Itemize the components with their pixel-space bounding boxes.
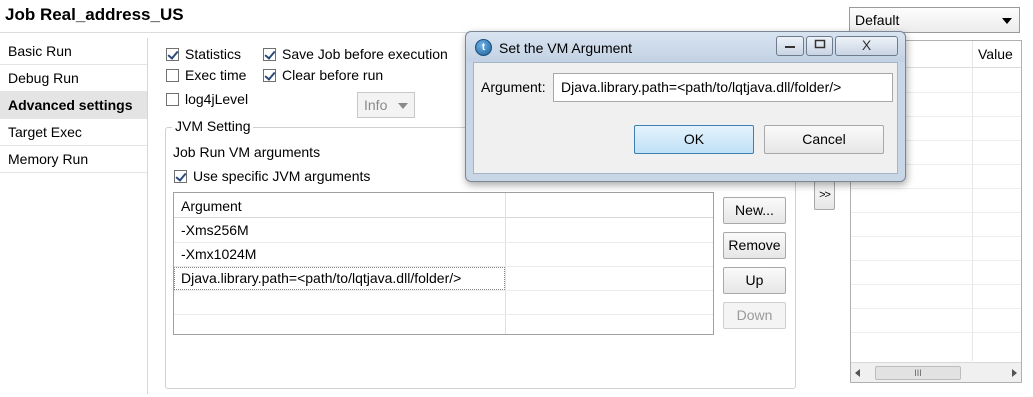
scroll-right-arrow-icon[interactable] xyxy=(1012,369,1017,377)
use-specific-jvm-checkbox[interactable] xyxy=(174,170,187,183)
maximize-button[interactable] xyxy=(806,36,833,56)
jvm-setting-legend: JVM Setting xyxy=(172,118,254,134)
log-level-value: Info xyxy=(364,97,388,113)
exec-time-checkbox[interactable] xyxy=(166,69,179,82)
log4j-level-label: log4jLevel xyxy=(185,91,249,107)
close-icon: X xyxy=(861,37,872,53)
save-job-checkbox[interactable] xyxy=(263,48,276,61)
row-line xyxy=(851,236,1021,237)
use-specific-jvm-label: Use specific JVM arguments xyxy=(193,168,371,184)
job-title: Job Real_address_US xyxy=(5,5,184,24)
move-down-button[interactable]: Down xyxy=(723,302,786,329)
statistics-checkbox[interactable] xyxy=(166,48,179,61)
table-header: Argument xyxy=(174,193,713,218)
table-row-empty[interactable] xyxy=(174,291,713,315)
exec-time-label: Exec time xyxy=(185,67,247,83)
context-select-value: Default xyxy=(855,12,900,28)
table-row-selected[interactable]: Djava.library.path=<path/to/lqtjava.dll/… xyxy=(174,267,713,291)
minimize-icon xyxy=(785,46,795,48)
row-line xyxy=(851,284,1021,285)
argument-input[interactable]: Djava.library.path=<path/to/lqtjava.dll/… xyxy=(553,73,893,102)
row-line xyxy=(851,308,1021,309)
save-job-label: Save Job before execution xyxy=(282,46,448,62)
argument-label: Argument: xyxy=(481,79,546,95)
move-up-button[interactable]: Up xyxy=(723,267,786,294)
dialog-titlebar[interactable]: t Set the VM Argument X xyxy=(466,32,905,62)
argument-cell: -Xmx1024M xyxy=(181,246,257,262)
maximize-icon xyxy=(814,39,825,49)
minimize-button[interactable] xyxy=(776,36,804,56)
nav-item-advanced-settings[interactable]: Advanced settings xyxy=(0,92,147,119)
clear-before-run-checkbox[interactable] xyxy=(263,69,276,82)
dialog-title: Set the VM Argument xyxy=(499,40,633,56)
scrollbar-thumb[interactable]: III xyxy=(875,366,961,380)
table-row-empty[interactable] xyxy=(174,315,713,339)
clear-before-run-label: Clear before run xyxy=(282,67,384,83)
row-line xyxy=(851,260,1021,261)
set-vm-argument-dialog: t Set the VM Argument X Argument: Djava.… xyxy=(465,31,906,182)
argument-column-header[interactable]: Argument xyxy=(181,198,242,214)
ok-button[interactable]: OK xyxy=(634,125,754,154)
nav-item-debug-run[interactable]: Debug Run xyxy=(0,65,147,92)
chevron-down-icon xyxy=(398,103,408,109)
close-button[interactable]: X xyxy=(835,36,898,56)
scroll-left-arrow-icon[interactable] xyxy=(855,369,860,377)
new-argument-button[interactable]: New... xyxy=(723,197,786,224)
column-separator xyxy=(972,41,973,361)
row-line xyxy=(851,332,1021,333)
nav-item-basic-run[interactable]: Basic Run xyxy=(0,38,147,65)
jvm-arguments-table[interactable]: Argument -Xms256M -Xmx1024M Djava.librar… xyxy=(173,192,714,335)
context-select[interactable]: Default xyxy=(849,7,1020,33)
table-row[interactable]: -Xms256M xyxy=(174,219,713,243)
chevron-down-icon xyxy=(1002,18,1012,24)
row-line xyxy=(851,212,1021,213)
log-level-select[interactable]: Info xyxy=(357,92,415,118)
row-line xyxy=(851,188,1021,189)
horizontal-scrollbar[interactable]: III xyxy=(851,362,1021,382)
run-mode-nav: Basic Run Debug Run Advanced settings Ta… xyxy=(0,38,148,394)
remove-argument-button[interactable]: Remove xyxy=(723,232,786,259)
table-row[interactable]: -Xmx1024M xyxy=(174,243,713,267)
transfer-right-button[interactable]: >> xyxy=(814,181,835,210)
statistics-label: Statistics xyxy=(185,46,242,62)
cancel-button[interactable]: Cancel xyxy=(764,125,884,154)
argument-cell: Djava.library.path=<path/to/lqtjava.dll/… xyxy=(181,270,462,286)
job-run-vm-label: Job Run VM arguments xyxy=(173,144,321,160)
nav-item-target-exec[interactable]: Target Exec xyxy=(0,119,147,146)
talend-app-icon: t xyxy=(475,39,492,56)
dialog-body: Argument: Djava.library.path=<path/to/lq… xyxy=(473,62,898,174)
argument-cell: -Xms256M xyxy=(181,222,249,238)
log4j-level-checkbox[interactable] xyxy=(166,93,179,106)
value-column-header[interactable]: Value xyxy=(978,46,1013,62)
nav-item-memory-run[interactable]: Memory Run xyxy=(0,146,147,173)
